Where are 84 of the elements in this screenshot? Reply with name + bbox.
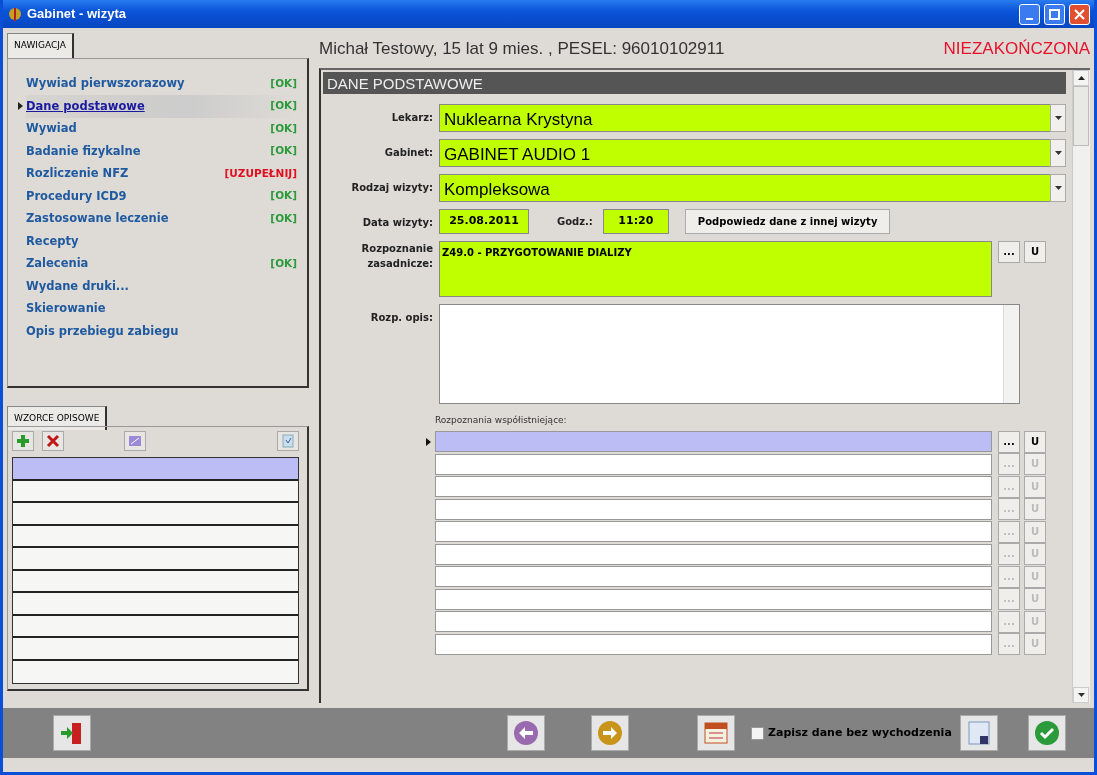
edit-button[interactable] xyxy=(124,431,146,451)
caret-icon xyxy=(1054,151,1062,155)
template-row[interactable] xyxy=(13,548,298,571)
document-icon xyxy=(281,434,295,448)
templates-tab[interactable]: WZORCE OPISOWE xyxy=(7,405,108,430)
template-row[interactable] xyxy=(13,615,298,638)
previous-button[interactable] xyxy=(507,715,545,751)
field-label: Gabinet: xyxy=(383,146,433,160)
section-header: DANE PODSTAWOWE xyxy=(323,72,1066,94)
calendar-button[interactable] xyxy=(697,715,735,751)
navigation-item[interactable]: Wywiad pierwszorazowy [OK] xyxy=(26,72,297,95)
maximize-button[interactable] xyxy=(1044,3,1065,25)
dropdown-field[interactable]: Nuklearna Krystyna xyxy=(439,104,1050,132)
time-field[interactable]: 11:20 xyxy=(602,209,669,234)
exit-button[interactable] xyxy=(53,715,91,751)
field-label: Rozp. opis: xyxy=(369,311,433,325)
plus-icon xyxy=(16,434,30,448)
maximize-icon xyxy=(1048,7,1061,21)
close-button[interactable] xyxy=(1069,3,1090,25)
navigation-item[interactable]: Rozliczenie NFZ [UZUPEŁNIJ] xyxy=(26,162,297,185)
suggest-button[interactable]: Podpowiedz dane z innej wizyty xyxy=(684,209,891,234)
browse-button[interactable]: ... xyxy=(998,430,1020,453)
dropdown-button[interactable] xyxy=(1050,174,1066,202)
pointer-icon xyxy=(18,102,23,110)
floppy-icon xyxy=(965,720,992,746)
checkbox-label: Zapisz dane bez wychodzenia xyxy=(768,724,952,741)
field-label: Rodzaj wizyty: xyxy=(350,181,433,195)
navigation-item[interactable]: Zastosowane leczenie [OK] xyxy=(26,207,297,230)
dropdown-button[interactable] xyxy=(1050,139,1066,167)
navigation-item[interactable]: Skierowanie xyxy=(26,297,297,320)
up-arrow-icon xyxy=(1077,76,1085,80)
down-arrow-icon xyxy=(1077,693,1085,697)
close-icon xyxy=(1073,7,1086,21)
template-row[interactable] xyxy=(13,503,298,526)
navigation-item[interactable]: Recepty xyxy=(26,230,297,253)
template-row[interactable] xyxy=(13,480,298,503)
visit-status: NIEZAKOŃCZONA xyxy=(943,38,1090,61)
navigation-item[interactable]: Opis przebiegu zabiegu xyxy=(26,320,297,343)
field-label: Rozpoznania współistniejące: xyxy=(435,414,568,427)
window-title: Gabinet - wizyta xyxy=(27,5,126,24)
image-icon xyxy=(128,434,142,448)
add-button[interactable] xyxy=(12,431,34,451)
field-label: Godz.: xyxy=(557,215,593,229)
description-field[interactable] xyxy=(439,304,1020,404)
diagnosis-row-field[interactable] xyxy=(435,431,992,453)
template-row[interactable] xyxy=(13,660,298,683)
template-row[interactable] xyxy=(13,638,298,661)
navigation-item[interactable]: Badanie fizykalne [OK] xyxy=(26,140,297,163)
template-row[interactable] xyxy=(13,458,298,481)
field-label: Data wizyty: xyxy=(361,216,433,230)
patient-summary: Michał Testowy, 15 lat 9 mies. , PESEL: 96010102911 xyxy=(319,38,725,61)
dropdown-button[interactable] xyxy=(1050,104,1066,132)
diagnosis-field[interactable]: Z49.0 - PRZYGOTOWANIE DIALIZY xyxy=(439,241,992,297)
navigation-tab[interactable]: NAWIGACJA xyxy=(7,33,74,58)
dropdown-field[interactable]: Kompleksowa xyxy=(439,174,1050,202)
navigation-item[interactable]: Wywiad [OK] xyxy=(26,117,297,140)
caret-icon xyxy=(1054,186,1062,190)
template-row[interactable] xyxy=(13,593,298,616)
template-row[interactable] xyxy=(13,525,298,548)
date-field[interactable]: 25.08.2011 xyxy=(439,209,529,234)
cross-icon xyxy=(46,434,60,448)
save-button[interactable] xyxy=(959,715,998,751)
minimize-button[interactable] xyxy=(1019,3,1040,25)
checkmark-icon xyxy=(1033,720,1060,746)
template-row[interactable] xyxy=(13,570,298,593)
u-button[interactable]: U xyxy=(1024,241,1046,263)
next-button[interactable] xyxy=(591,715,629,751)
delete-button[interactable] xyxy=(42,431,64,451)
browse-button[interactable]: ... xyxy=(998,241,1020,263)
minimize-icon xyxy=(1026,17,1033,20)
dropdown-field[interactable]: GABINET AUDIO 1 xyxy=(439,139,1050,167)
confirm-button[interactable] xyxy=(1027,715,1066,751)
field-label: Lekarz: xyxy=(390,111,433,125)
scroll-thumb[interactable] xyxy=(1073,86,1089,146)
caret-icon xyxy=(1054,116,1062,120)
navigation-item[interactable]: Wydane druki... xyxy=(26,275,297,298)
scrollbar[interactable] xyxy=(1072,70,1090,703)
calendar-icon xyxy=(703,720,729,746)
pointer-icon xyxy=(426,437,431,446)
u-button[interactable]: U xyxy=(1024,430,1046,453)
field-label: Rozpoznanie zasadnicze: xyxy=(360,242,433,271)
navigation-item[interactable]: Procedury ICD9 [OK] xyxy=(26,185,297,208)
navigation-item[interactable]: Zalecenia [OK] xyxy=(26,252,297,275)
checkbox[interactable] xyxy=(751,726,764,740)
